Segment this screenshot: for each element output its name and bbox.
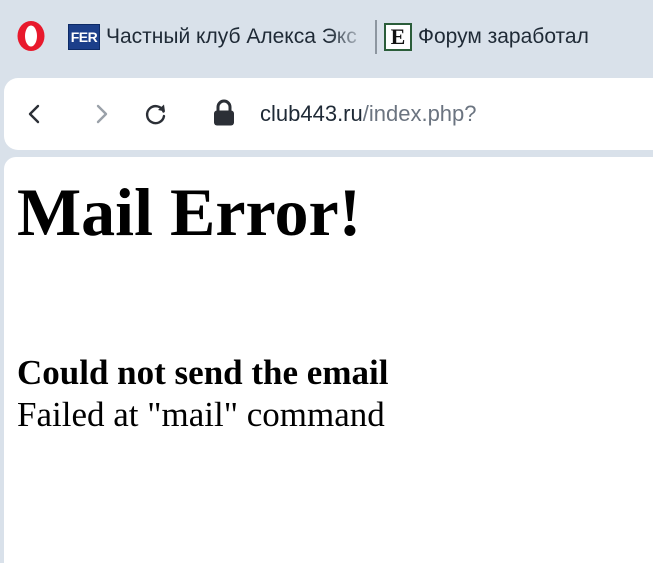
e-favicon-icon: E <box>384 23 412 51</box>
forward-button[interactable] <box>88 100 116 128</box>
tab-divider <box>375 20 377 54</box>
opera-logo-icon[interactable] <box>14 19 48 53</box>
fer-favicon-icon: FER <box>68 24 100 50</box>
page-content: Mail Error! Could not send the email Fai… <box>4 157 653 563</box>
tab-label: Форум заработал <box>418 25 589 48</box>
error-detail: Failed at "mail" command <box>17 395 385 434</box>
back-button[interactable] <box>20 100 48 128</box>
chevron-right-icon <box>96 104 108 124</box>
reload-icon <box>145 104 166 125</box>
tab-private-club[interactable]: FER Частный клуб Алекса Экс <box>68 20 368 54</box>
url-host: club443.ru <box>260 101 363 126</box>
tab-strip: FER Частный клуб Алекса Экс E Форум зара… <box>0 0 653 78</box>
chevron-left-icon <box>28 104 40 124</box>
url-path: /index.php? <box>362 101 477 126</box>
address-bar: club443.ru/index.php? <box>4 78 653 150</box>
url-field[interactable]: club443.ru/index.php? <box>260 101 477 127</box>
lock-icon[interactable] <box>210 98 238 128</box>
page-title: Mail Error! <box>17 174 362 250</box>
reload-button[interactable] <box>142 100 170 128</box>
tab-label: Частный клуб Алекса Экс <box>106 25 357 48</box>
error-message: Could not send the email <box>17 353 389 392</box>
tab-forum[interactable]: E Форум заработал <box>384 20 653 54</box>
